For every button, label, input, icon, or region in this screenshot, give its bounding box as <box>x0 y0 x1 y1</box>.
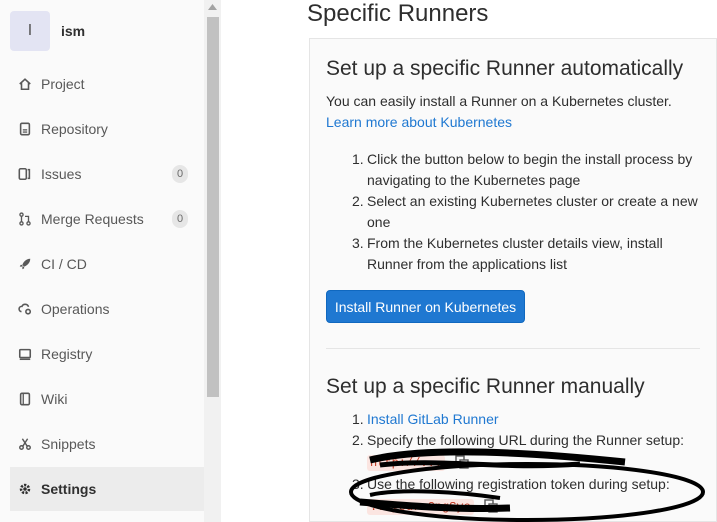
snippet-icon <box>17 436 33 452</box>
sidebar-item-label: Wiki <box>41 391 68 407</box>
sidebar-item-project[interactable]: Project <box>10 62 204 106</box>
sidebar-scrollbar[interactable] <box>204 0 221 522</box>
sidebar-item-label: Issues <box>41 166 82 182</box>
sidebar-item-label: Operations <box>41 301 110 317</box>
project-name[interactable]: ism <box>61 23 85 39</box>
sidebar-item-snippets[interactable]: Snippets <box>10 422 204 466</box>
scroll-up-arrow-icon[interactable] <box>204 4 221 14</box>
registry-icon <box>17 346 33 362</box>
sidebar-item-settings[interactable]: Settings <box>10 467 204 511</box>
merge-request-icon <box>17 211 33 227</box>
gear-icon <box>17 481 33 497</box>
issues-icon <box>17 166 33 182</box>
auto-steps-list: 1. Click the button below to begin the in… <box>352 149 712 275</box>
page-title: Specific Runners <box>307 0 489 27</box>
auto-setup-intro: You can easily install a Runner on a Kub… <box>326 93 672 109</box>
install-runner-kubernetes-button[interactable]: Install Runner on Kubernetes <box>326 290 525 323</box>
project-avatar[interactable]: I <box>10 11 50 51</box>
auto-step-1: 1. Click the button below to begin the in… <box>352 151 693 188</box>
sidebar-item-ci-cd[interactable]: CI / CD <box>10 242 204 286</box>
rocket-icon <box>17 256 33 272</box>
sidebar-item-registry[interactable]: Registry <box>10 332 204 376</box>
book-icon <box>17 391 33 407</box>
scrollbar-thumb[interactable] <box>207 17 219 397</box>
sidebar-nav: I ism Project Repository Issues 0 Merge … <box>10 0 204 522</box>
learn-more-kubernetes-link[interactable]: Learn more about Kubernetes <box>326 114 512 130</box>
sidebar: I ism Project Repository Issues 0 Merge … <box>0 0 221 522</box>
sidebar-item-label: Registry <box>41 346 93 362</box>
project-header[interactable]: I ism <box>10 9 204 53</box>
merge-requests-count-badge: 0 <box>172 210 188 228</box>
auto-setup-heading: Set up a specific Runner automatically <box>326 57 684 80</box>
issues-count-badge: 0 <box>172 165 188 183</box>
sidebar-item-repository[interactable]: Repository <box>10 107 204 151</box>
section-divider <box>326 348 700 349</box>
sidebar-item-wiki[interactable]: Wiki <box>10 377 204 421</box>
sidebar-item-label: Repository <box>41 121 108 137</box>
sidebar-item-label: Snippets <box>41 436 96 452</box>
auto-step-2: 2. Select an existing Kubernetes cluster … <box>352 193 698 230</box>
sidebar-item-label: Merge Requests <box>41 211 144 227</box>
sidebar-item-label: Project <box>41 76 85 92</box>
home-icon <box>17 76 33 92</box>
sidebar-item-label: CI / CD <box>41 256 87 272</box>
redaction-scribble <box>349 448 705 522</box>
manual-step-1: 1. Install GitLab Runner <box>352 411 499 427</box>
sidebar-item-operations[interactable]: Operations <box>10 287 204 331</box>
sidebar-item-merge-requests[interactable]: Merge Requests 0 <box>10 197 204 241</box>
auto-step-3: 3. From the Kubernetes cluster details vi… <box>352 235 663 272</box>
sidebar-item-label: Settings <box>41 481 97 497</box>
cloud-gear-icon <box>17 301 33 317</box>
install-gitlab-runner-link[interactable]: Install GitLab Runner <box>367 411 499 427</box>
sidebar-item-issues[interactable]: Issues 0 <box>10 152 204 196</box>
manual-setup-heading: Set up a specific Runner manually <box>326 375 645 398</box>
doc-icon <box>17 121 33 137</box>
